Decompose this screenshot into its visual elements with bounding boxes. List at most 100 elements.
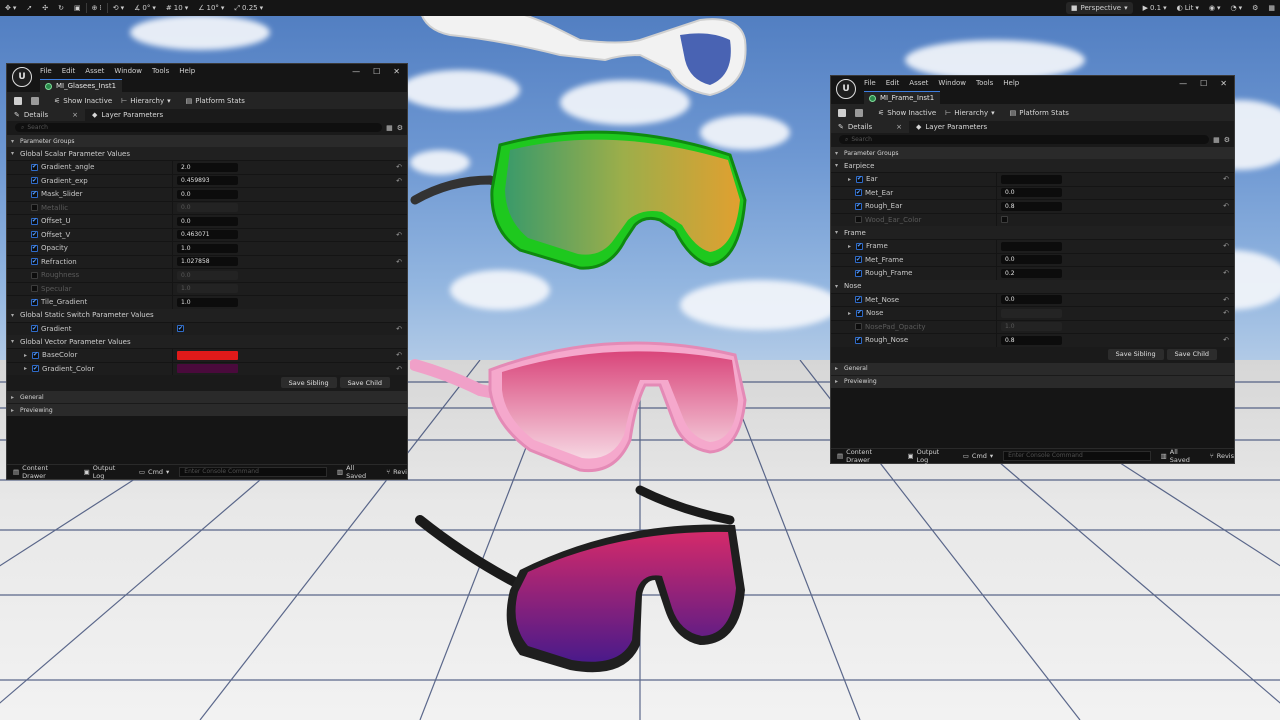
- sunglasses-black[interactable]: [410, 480, 750, 680]
- override-checkbox[interactable]: ✔: [32, 351, 39, 359]
- expand-arrow-icon[interactable]: ▸: [24, 352, 29, 359]
- parameter-groups-header[interactable]: ▾ Parameter Groups: [831, 146, 1234, 159]
- menu-asset[interactable]: Asset: [85, 67, 104, 75]
- viewport-layout-button[interactable]: ▦: [1263, 0, 1280, 16]
- reset-arrow-icon[interactable]: ↶: [1223, 296, 1229, 304]
- close-icon[interactable]: ✕: [1220, 79, 1227, 88]
- override-checkbox[interactable]: ✔: [31, 258, 38, 266]
- camera-speed-dropdown[interactable]: ▶ 0.1 ▾: [1138, 0, 1172, 16]
- param-value-field[interactable]: 1.0: [177, 297, 238, 307]
- override-checkbox[interactable]: ✔: [855, 256, 862, 264]
- cmd-dropdown[interactable]: ▭ Cmd ▾: [139, 468, 169, 476]
- asset-tab[interactable]: MI_Frame_Inst1: [864, 91, 941, 104]
- override-checkbox[interactable]: [31, 285, 38, 293]
- expand-arrow-icon[interactable]: ▸: [848, 176, 853, 183]
- lit-mode-dropdown[interactable]: ◐ Lit ▾: [1172, 0, 1204, 16]
- performance-dropdown[interactable]: ◔ ▾: [1225, 0, 1247, 16]
- revision-control-button[interactable]: ⑂ Revis: [1210, 452, 1234, 460]
- revision-control-button[interactable]: ⑂ Revi: [386, 468, 407, 476]
- reset-arrow-icon[interactable]: ↶: [396, 177, 402, 185]
- general-section[interactable]: ▸ General: [831, 361, 1234, 375]
- show-flags-dropdown[interactable]: ◉ ▾: [1204, 0, 1226, 16]
- maximize-icon[interactable]: ☐: [1200, 79, 1207, 88]
- reset-arrow-icon[interactable]: ↶: [1223, 269, 1229, 277]
- reset-arrow-icon[interactable]: ↶: [1223, 242, 1229, 250]
- hierarchy-button[interactable]: ⊢ Hierarchy ▾: [121, 97, 170, 105]
- override-checkbox[interactable]: ✔: [855, 336, 862, 344]
- rotation-snap-dropdown[interactable]: ∠ 10° ▾: [193, 0, 229, 16]
- all-saved-indicator[interactable]: ▥ All Saved: [1161, 448, 1200, 464]
- param-value-field[interactable]: 0.463071: [177, 230, 238, 240]
- search-input[interactable]: ⌕ Search: [15, 123, 383, 132]
- console-command-input[interactable]: Enter Console Command: [1003, 451, 1151, 461]
- show-inactive-button[interactable]: ⚟ Show Inactive: [54, 97, 112, 105]
- override-checkbox[interactable]: ✔: [31, 231, 38, 239]
- reset-arrow-icon[interactable]: ↶: [396, 163, 402, 171]
- window-title-bar[interactable]: U File Edit Asset Window Tools Help — ☐ …: [7, 64, 407, 87]
- rotate-tool[interactable]: ↻: [53, 0, 69, 16]
- param-value-field[interactable]: 0.8: [1001, 335, 1062, 345]
- browse-icon[interactable]: [31, 96, 39, 105]
- minimize-icon[interactable]: —: [1179, 79, 1187, 88]
- reset-arrow-icon[interactable]: ↶: [1223, 309, 1229, 317]
- content-drawer-button[interactable]: ▤ Content Drawer: [13, 464, 74, 480]
- switch-value-checkbox[interactable]: ✔: [177, 325, 184, 333]
- grid-snap-dropdown[interactable]: #10 ▾: [161, 0, 193, 16]
- scalar-group-header[interactable]: ▾ Global Scalar Parameter Values: [7, 147, 407, 160]
- value-checkbox[interactable]: [1001, 216, 1008, 224]
- override-checkbox[interactable]: [855, 323, 862, 331]
- menu-window[interactable]: Window: [114, 67, 142, 75]
- asset-tab[interactable]: MI_Glasees_Inst1: [40, 79, 123, 92]
- expand-arrow-icon[interactable]: ▸: [848, 310, 853, 317]
- table-view-icon[interactable]: ▦: [1213, 136, 1220, 144]
- view-mode-dropdown[interactable]: ■ Perspective ▾: [1065, 2, 1133, 14]
- viewport-settings-button[interactable]: ⚙: [1247, 0, 1263, 16]
- override-checkbox[interactable]: ✔: [856, 309, 863, 317]
- param-value-field[interactable]: 0.0: [177, 203, 238, 213]
- select-tool[interactable]: ➚: [21, 0, 37, 16]
- translate-tool[interactable]: ✣: [37, 0, 53, 16]
- group-header[interactable]: ▾ Frame: [831, 226, 1234, 239]
- save-icon[interactable]: [14, 96, 22, 105]
- platform-stats-button[interactable]: ▤ Platform Stats: [186, 97, 245, 105]
- sunglasses-pink[interactable]: [410, 330, 750, 480]
- override-checkbox[interactable]: ✔: [855, 296, 862, 304]
- previewing-section[interactable]: ▸ Previewing: [7, 403, 407, 416]
- override-checkbox[interactable]: ✔: [31, 217, 38, 225]
- menu-asset[interactable]: Asset: [909, 79, 928, 87]
- override-checkbox[interactable]: ✔: [856, 242, 863, 250]
- override-checkbox[interactable]: ✔: [31, 325, 38, 333]
- snap-options-dropdown[interactable]: ⟲ ▾: [108, 0, 129, 16]
- param-value-field[interactable]: 0.0: [1001, 188, 1062, 198]
- menu-tools[interactable]: Tools: [152, 67, 169, 75]
- reset-arrow-icon[interactable]: ↶: [396, 365, 402, 373]
- menu-help[interactable]: Help: [179, 67, 195, 75]
- angle-snap-dropdown[interactable]: ∡ 0° ▾: [129, 0, 161, 16]
- close-icon[interactable]: ✕: [393, 67, 400, 76]
- reset-arrow-icon[interactable]: ↶: [396, 258, 402, 266]
- override-checkbox[interactable]: [855, 216, 862, 224]
- menu-tools[interactable]: Tools: [976, 79, 993, 87]
- param-value-field[interactable]: 0.459893: [177, 176, 238, 186]
- minimize-icon[interactable]: —: [352, 67, 360, 76]
- menu-help[interactable]: Help: [1003, 79, 1019, 87]
- override-checkbox[interactable]: ✔: [856, 175, 863, 183]
- scale-snap-dropdown[interactable]: ⤢ 0.25 ▾: [229, 0, 268, 16]
- transform-mode-dropdown[interactable]: ✥ ▾: [0, 0, 21, 16]
- reset-arrow-icon[interactable]: ↶: [1223, 202, 1229, 210]
- override-checkbox[interactable]: [31, 271, 38, 279]
- scale-tool[interactable]: ▣: [69, 0, 86, 16]
- group-header[interactable]: ▾ Nose: [831, 279, 1234, 293]
- param-value-field[interactable]: 0.0: [177, 189, 238, 199]
- switch-group-header[interactable]: ▾ Global Static Switch Parameter Values: [7, 308, 407, 322]
- override-checkbox[interactable]: ✔: [32, 365, 39, 373]
- override-checkbox[interactable]: ✔: [855, 202, 862, 210]
- expand-arrow-icon[interactable]: ▸: [848, 243, 853, 250]
- param-value-field[interactable]: 2.0: [177, 162, 238, 172]
- save-sibling-button[interactable]: Save Sibling: [1107, 348, 1164, 360]
- menu-window[interactable]: Window: [938, 79, 966, 87]
- param-value-field[interactable]: 0.8: [1001, 201, 1062, 211]
- param-value-field[interactable]: 1.0: [177, 243, 238, 253]
- platform-stats-button[interactable]: ▤ Platform Stats: [1010, 109, 1069, 117]
- save-sibling-button[interactable]: Save Sibling: [280, 377, 337, 388]
